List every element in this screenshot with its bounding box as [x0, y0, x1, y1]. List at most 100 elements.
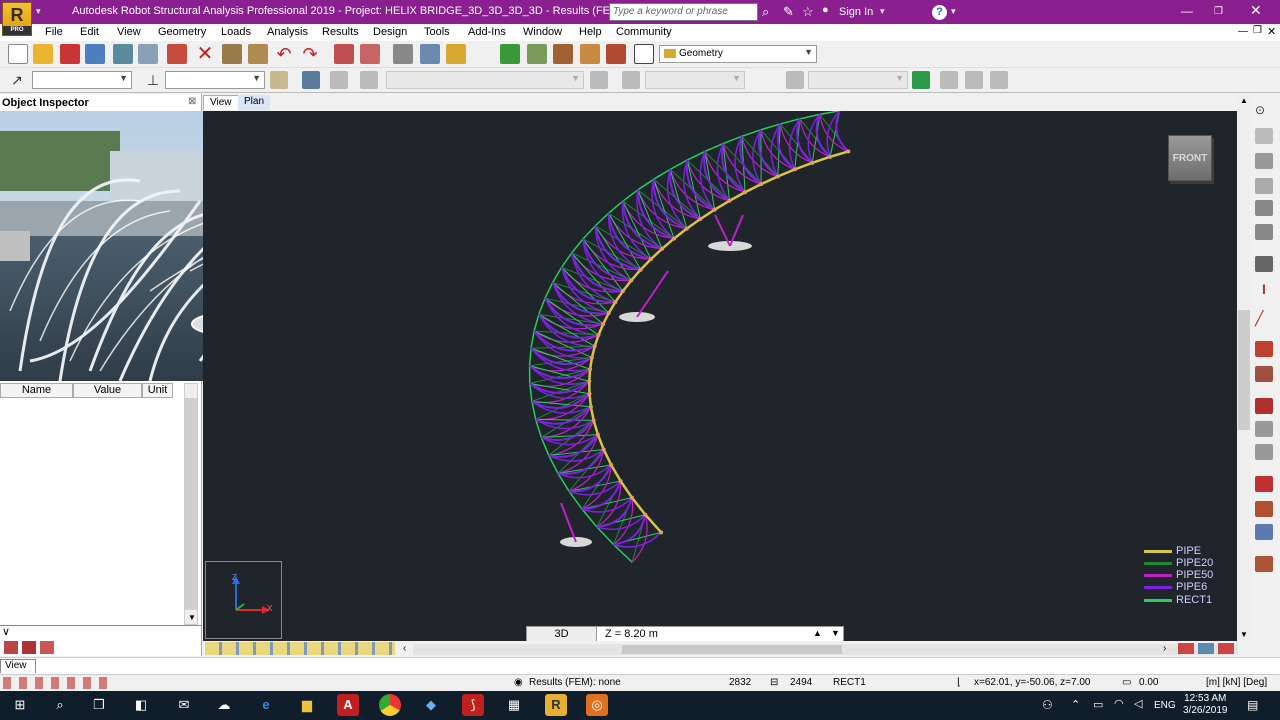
search-icon[interactable]: ⌕ [49, 694, 71, 716]
display-load-icon[interactable] [1218, 643, 1234, 654]
print-icon[interactable] [138, 44, 158, 64]
weather-icon[interactable]: ☁ [213, 694, 235, 716]
menu-view[interactable]: View [117, 26, 141, 38]
menu-geometry[interactable]: Geometry [158, 26, 206, 38]
structure-model-icon[interactable] [500, 44, 520, 64]
delete-icon[interactable]: ✕ [195, 44, 215, 64]
autocad-icon[interactable]: A [337, 694, 359, 716]
menu-community[interactable]: Community [616, 26, 672, 38]
results-table-icon[interactable] [360, 44, 380, 64]
columns-icon[interactable] [1255, 153, 1273, 169]
scroll-left-icon[interactable]: ‹ [403, 643, 406, 654]
store-icon[interactable]: ◧ [130, 694, 152, 716]
view-tab[interactable]: View [0, 659, 36, 673]
inspector-scroll-thumb[interactable] [185, 398, 197, 610]
menu-file[interactable]: File [45, 26, 63, 38]
menu-add-ins[interactable]: Add-Ins [468, 26, 506, 38]
mode-combo[interactable]: ▼ [645, 71, 745, 89]
case-select-icon[interactable] [360, 71, 378, 89]
doc-restore-icon[interactable]: ❐ [1253, 25, 1262, 36]
loads-define-icon[interactable] [1255, 476, 1273, 492]
notifications-icon[interactable]: ▤ [1247, 698, 1258, 712]
bars-icon[interactable] [1255, 128, 1273, 144]
user-icon[interactable]: ● [822, 4, 829, 16]
brush-icon[interactable] [1255, 556, 1273, 572]
nodes-icon[interactable]: ⊙ [1255, 103, 1273, 119]
braces-icon[interactable] [1255, 200, 1273, 216]
battery-icon[interactable]: ▭ [1093, 698, 1103, 711]
people-icon[interactable]: ⚇ [1042, 698, 1053, 712]
scroll-down-icon[interactable]: ▼ [188, 613, 196, 622]
edge-icon[interactable]: e [255, 694, 277, 716]
3d-view-viewport[interactable] [203, 111, 1237, 641]
help-chevron-icon[interactable]: ▾ [951, 6, 956, 17]
tables-small-icon[interactable] [965, 71, 983, 89]
scroll-up-icon[interactable]: ▲ [1240, 96, 1248, 105]
loads-icon[interactable] [527, 44, 547, 64]
column-header-unit[interactable]: Unit [142, 383, 173, 398]
menu-analysis[interactable]: Analysis [267, 26, 308, 38]
selection-filter-icons[interactable] [3, 677, 111, 689]
mail-icon[interactable]: ✉ [173, 694, 195, 716]
doc-close-icon[interactable]: ✕ [1267, 25, 1276, 38]
redo-icon[interactable]: ↷ [300, 44, 320, 64]
save-icon[interactable] [60, 44, 80, 64]
zoom-icon[interactable] [420, 44, 440, 64]
layout-selector[interactable]: Geometry ▼ [659, 45, 817, 63]
load-case-combo[interactable]: ▼ [386, 71, 584, 89]
column-header-value[interactable]: Value [73, 383, 142, 398]
undo-icon[interactable]: ↶ [274, 44, 294, 64]
show-hidden-icons[interactable]: ⌃ [1071, 698, 1080, 711]
zoom-window-icon[interactable] [446, 44, 466, 64]
section-icon[interactable] [912, 71, 930, 89]
print-preview-icon[interactable] [113, 44, 133, 64]
snip-tool-icon[interactable]: ◎ [586, 694, 608, 716]
calculations-icon[interactable] [334, 44, 354, 64]
display-bar-icon[interactable] [1198, 643, 1214, 654]
files-icon[interactable]: ◆ [420, 694, 442, 716]
open-file-icon[interactable] [33, 44, 53, 64]
panels-icon[interactable] [1255, 421, 1273, 437]
task-view-icon[interactable]: ❐ [88, 694, 110, 716]
openings-icon[interactable] [1255, 444, 1273, 460]
favorites-star-icon[interactable]: ☆ [802, 4, 814, 20]
lock-icon[interactable] [393, 44, 413, 64]
z-down-icon[interactable]: ▼ [831, 628, 840, 638]
inspector-tab-icon-3[interactable] [40, 641, 54, 654]
units-display[interactable]: [m] [kN] [Deg] [1206, 677, 1267, 688]
menu-design[interactable]: Design [373, 26, 407, 38]
menu-window[interactable]: Window [523, 26, 562, 38]
paste-icon[interactable] [248, 44, 268, 64]
menu-loads[interactable]: Loads [221, 26, 251, 38]
view-cube[interactable]: FRONT [1168, 135, 1212, 181]
windows-start-icon[interactable]: ⊞ [9, 694, 31, 716]
view-mode-3d[interactable]: 3D [527, 627, 597, 641]
volume-icon[interactable]: ◁ [1134, 697, 1142, 710]
mode-icon[interactable] [590, 71, 608, 89]
table-icon[interactable] [1255, 524, 1273, 540]
inspector-tab-icon-2[interactable] [22, 641, 36, 654]
doc-minimize-icon[interactable]: — [1238, 26, 1248, 37]
design-icon[interactable] [580, 44, 600, 64]
new-file-icon[interactable] [8, 44, 28, 64]
bar-select-icon[interactable]: ⊥ [144, 71, 162, 89]
preferences-icon[interactable] [606, 44, 626, 64]
cut-icon[interactable] [222, 44, 242, 64]
scroll-down-icon[interactable]: ▼ [1240, 630, 1248, 639]
menu-results[interactable]: Results [322, 26, 359, 38]
sign-in-chevron-icon[interactable]: ▾ [880, 6, 885, 17]
i-section-icon[interactable]: I [1255, 281, 1273, 297]
grid-icon[interactable] [1255, 501, 1273, 517]
scroll-right-icon[interactable]: › [1163, 643, 1166, 654]
supports-icon[interactable] [1255, 366, 1273, 382]
menu-help[interactable]: Help [579, 26, 602, 38]
inspector-tab-icon-1[interactable] [4, 641, 18, 654]
tables-icon[interactable] [634, 44, 654, 64]
properties-icon[interactable] [940, 71, 958, 89]
robot-app-icon[interactable]: R [545, 694, 567, 716]
minimize-icon[interactable]: — [1181, 4, 1193, 18]
structure-combo[interactable]: ▼ [808, 71, 908, 89]
display-icon[interactable] [302, 71, 320, 89]
diagrams-icon[interactable] [553, 44, 573, 64]
horizontal-scroll-thumb[interactable] [622, 645, 842, 654]
